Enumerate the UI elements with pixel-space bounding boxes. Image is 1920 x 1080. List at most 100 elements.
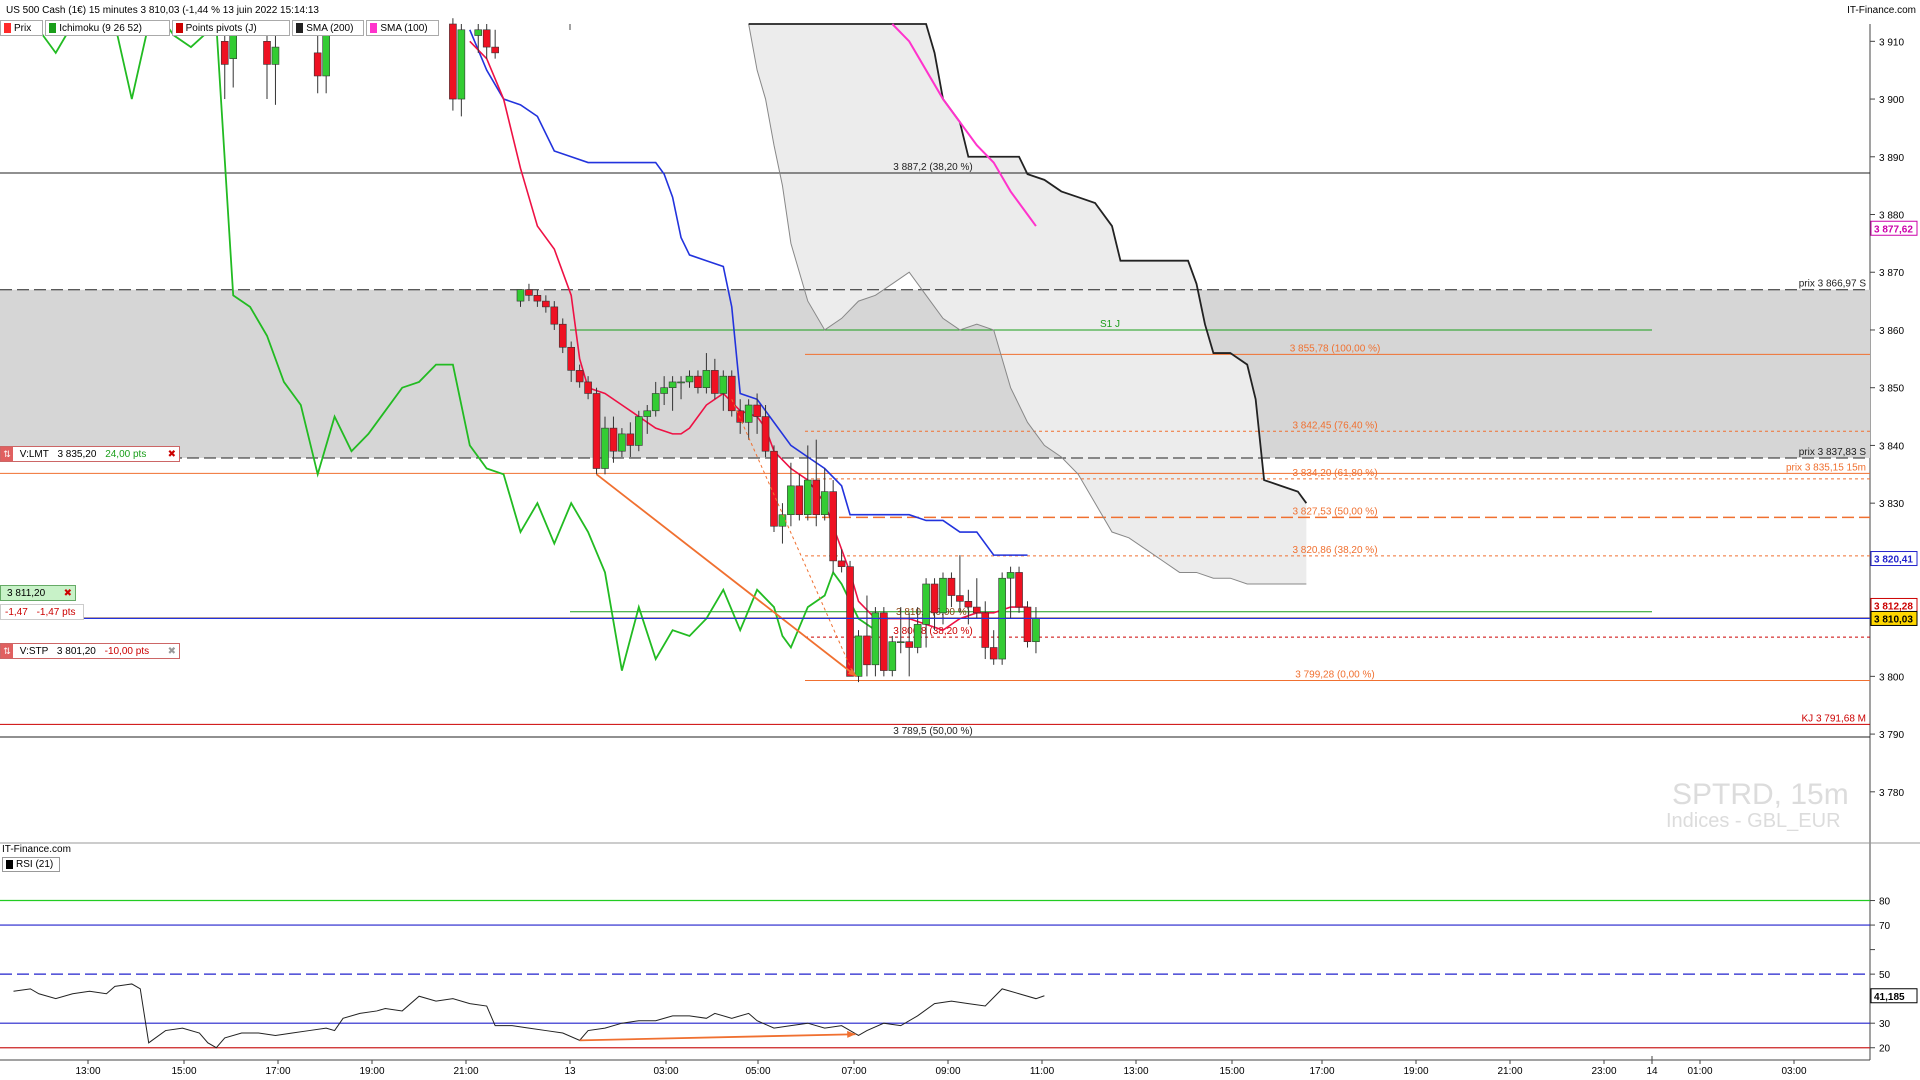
price-tick-label-7: 3 840	[1879, 441, 1904, 452]
candle-body	[643, 410, 652, 417]
rsi-tab-label: RSI (21)	[16, 859, 54, 870]
candle-body	[905, 641, 914, 648]
candle-body	[567, 346, 576, 371]
candle-body	[542, 300, 550, 308]
candle-25	[634, 410, 643, 452]
price-tag-label-2: 3 812,28	[1874, 601, 1913, 612]
watermark-symbol: SPTRD, 15m	[1672, 778, 1849, 811]
candle-body	[229, 29, 237, 59]
time-tick-label-4: 21:00	[453, 1066, 478, 1077]
level-label-15: 3 789,5 (50,00 %)	[893, 726, 973, 737]
level-label-4: 3 842,45 (76,40 %)	[1292, 420, 1377, 431]
candle-body	[550, 306, 559, 325]
candle-body	[972, 606, 981, 614]
rsi-tick-label-1: 70	[1879, 921, 1891, 932]
rsi-tick-label-6: 20	[1879, 1044, 1891, 1055]
candle-body	[677, 381, 685, 384]
rsi-line	[13, 983, 1045, 1049]
time-tick-label-7: 05:00	[745, 1066, 770, 1077]
footer-brand: IT-Finance.com	[2, 844, 71, 855]
candle-body	[685, 375, 694, 383]
candle-body	[220, 41, 229, 65]
limit-order-box[interactable]: ⇅ V:LMT 3 835,20 24,00 pts ✖	[0, 446, 180, 462]
limit-order-close-icon[interactable]: ✖	[168, 447, 176, 463]
candle-body	[694, 375, 702, 389]
stop-order-close-icon[interactable]: ✖	[168, 644, 176, 660]
time-tick-label-2: 17:00	[265, 1066, 290, 1077]
time-tick-label-13: 17:00	[1309, 1066, 1334, 1077]
time-tick-label-8: 07:00	[841, 1066, 866, 1077]
limit-order-label: V:LMT	[19, 449, 49, 460]
time-tick-label-6: 03:00	[653, 1066, 678, 1077]
candle-body	[719, 375, 728, 394]
stop-order-price: 3 801,20	[56, 646, 96, 657]
limit-order-icon: ⇅	[1, 447, 13, 461]
time-tick-label-19: 03:00	[1781, 1066, 1806, 1077]
candle-body	[871, 612, 880, 666]
time-tick-label-0: 13:00	[75, 1066, 100, 1077]
stop-order-box[interactable]: ⇅ V:STP 3 801,20 -10,00 pts ✖	[0, 643, 180, 659]
time-tick-label-18: 01:00	[1687, 1066, 1712, 1077]
candle-body	[1032, 618, 1040, 643]
candle-20	[592, 387, 601, 475]
rsi-tick-label-0: 80	[1879, 897, 1891, 908]
stop-order-pts: -10,00 pts	[104, 646, 150, 657]
level-label-0: 3 887,2 (38,20 %)	[893, 162, 973, 173]
time-tick-label-17: 14	[1646, 1066, 1658, 1077]
candle-body	[482, 29, 491, 48]
rsi-tick-label-5: 30	[1879, 1019, 1891, 1030]
candle-body	[913, 624, 922, 648]
price-tag-label-3: 3 810,03	[1874, 614, 1913, 625]
candle-55	[888, 635, 897, 677]
candle-body	[271, 46, 280, 65]
level-label-9: 3 820,86 (38,20 %)	[1292, 545, 1377, 556]
candle-body	[609, 427, 618, 452]
rsi-tab-swatch	[6, 859, 13, 869]
candle-36	[727, 370, 736, 417]
candle-body	[795, 485, 804, 516]
level-label-1: prix 3 866,97 S	[1799, 279, 1867, 290]
divergence-arrow-rsi	[579, 1033, 856, 1042]
candle-body	[601, 427, 609, 469]
candle-48	[829, 480, 837, 573]
candle-body	[753, 404, 761, 417]
time-tick-label-3: 19:00	[359, 1066, 384, 1077]
time-tick-label-12: 15:00	[1219, 1066, 1244, 1077]
candle-body	[930, 583, 939, 614]
candle-body	[956, 595, 964, 602]
candle-body	[989, 647, 998, 660]
price-tick-label-12: 3 790	[1879, 730, 1904, 741]
candle-body	[880, 612, 888, 671]
price-tick-label-0: 3 910	[1879, 37, 1904, 48]
time-tick-label-10: 11:00	[1030, 1066, 1055, 1077]
time-tick-label-14: 19:00	[1403, 1066, 1428, 1077]
level-label-13: 3 799,28 (0,00 %)	[1295, 670, 1375, 681]
candle-body	[820, 491, 829, 516]
candle-body	[837, 560, 846, 567]
time-tick-label-11: 13:00	[1123, 1066, 1148, 1077]
current-order-pnl-value: -1,47	[5, 607, 28, 618]
candle-body	[1006, 572, 1015, 579]
candle-body	[668, 381, 677, 389]
current-order-box[interactable]: 3 811,20 ✖	[0, 585, 76, 601]
candle-body	[939, 577, 947, 614]
candle-body	[812, 479, 821, 516]
candle-body	[660, 387, 668, 394]
time-tick-label-16: 23:00	[1591, 1066, 1616, 1077]
candle-70	[1015, 566, 1023, 613]
rsi-tab[interactable]: RSI (21)	[2, 857, 60, 872]
level-label-2: S1 J	[1100, 319, 1120, 330]
price-tag-label-1: 3 820,41	[1874, 555, 1913, 566]
price-tick-label-6: 3 850	[1879, 384, 1904, 395]
price-tick-label-3: 3 880	[1879, 211, 1904, 222]
current-order-close-icon[interactable]: ✖	[64, 586, 72, 602]
current-order-pnl-pts: -1,47 pts	[36, 607, 76, 618]
candle-body	[829, 491, 837, 562]
candle-body	[263, 41, 271, 65]
candle-body	[558, 323, 567, 348]
time-tick-label-15: 21:00	[1497, 1066, 1522, 1077]
candle-body	[525, 289, 533, 296]
trading-chart[interactable]: 3 887,2 (38,20 %) prix 3 866,97 S S1 J 3 85…	[0, 0, 1920, 1080]
time-tick-label-9: 09:00	[935, 1066, 960, 1077]
limit-order-price: 3 835,20	[57, 449, 97, 460]
